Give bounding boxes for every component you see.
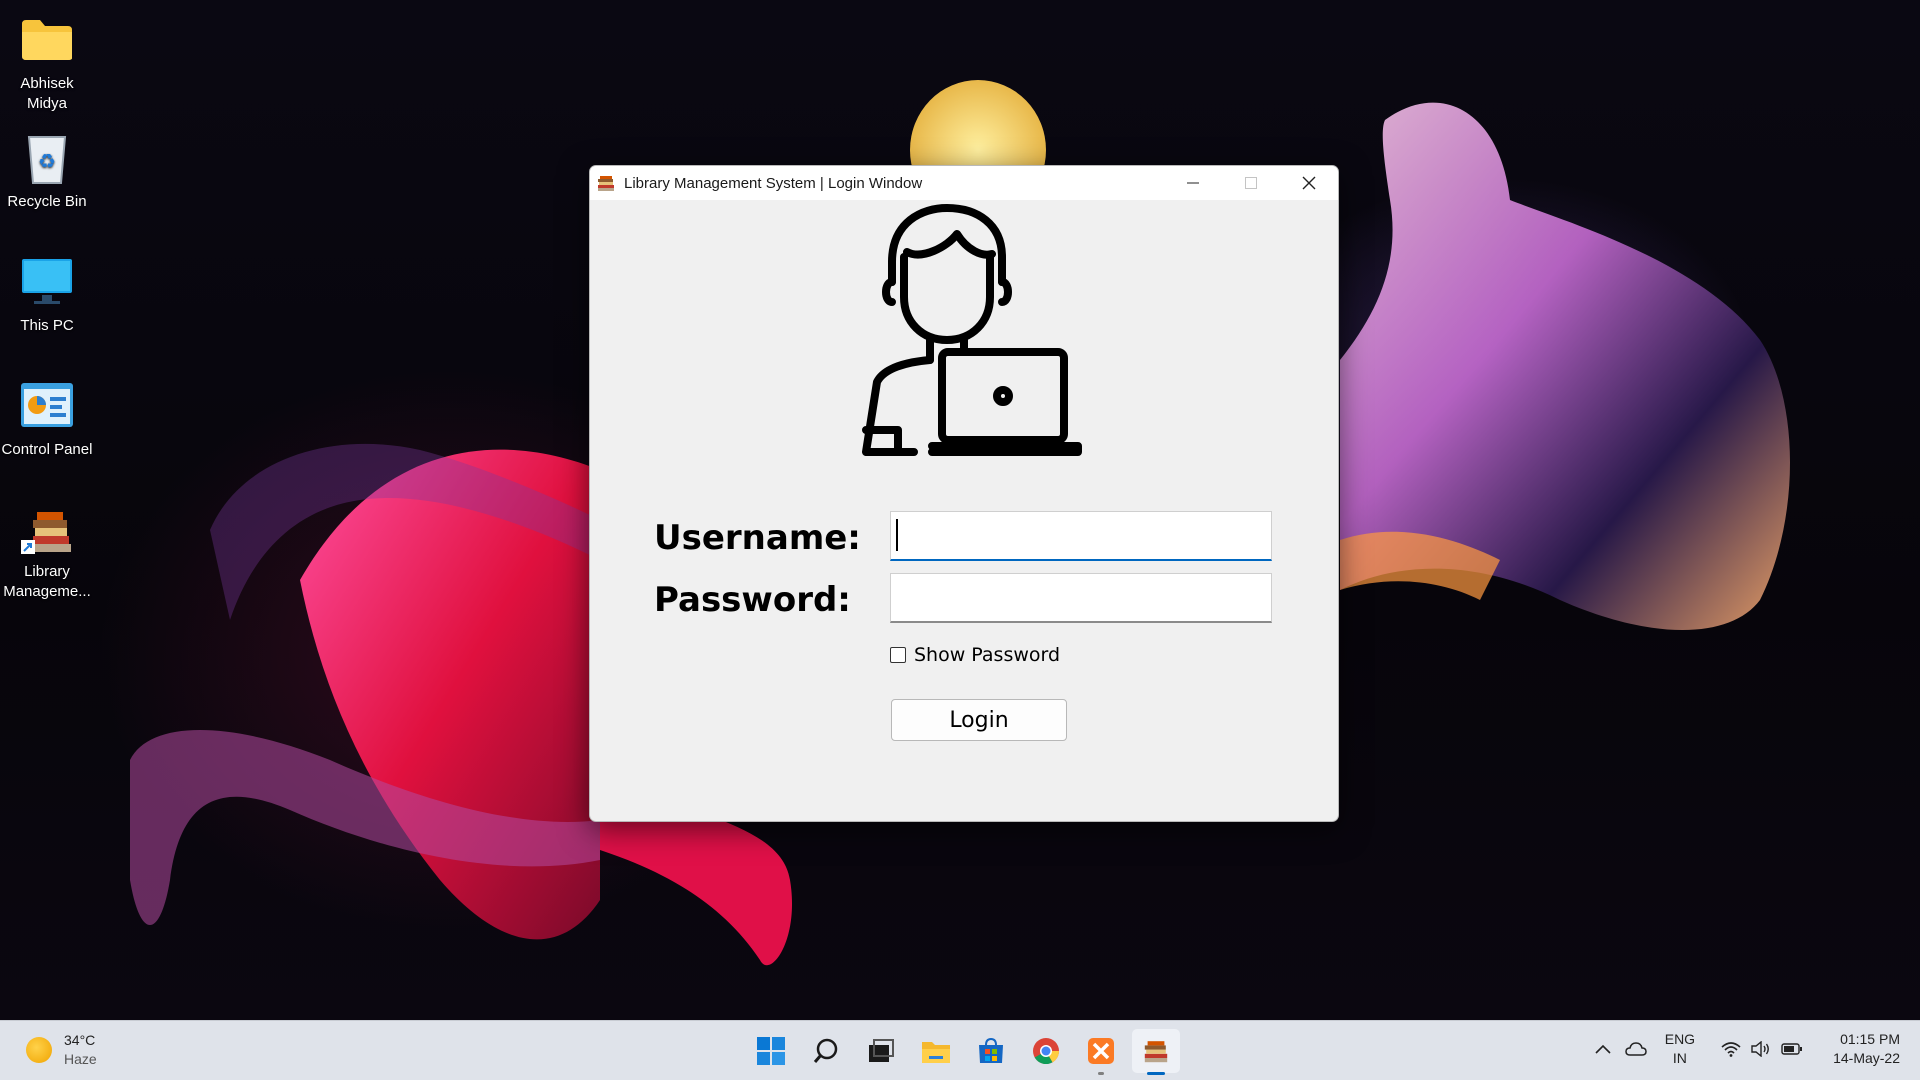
task-view-icon bbox=[869, 1039, 894, 1062]
desktop-icon-label: Recycle Bin bbox=[7, 193, 87, 210]
battery-button[interactable] bbox=[1781, 1043, 1803, 1055]
system-tray: ENG IN 01:15 PM 14-May-22 bbox=[1581, 1030, 1900, 1068]
maximize-button[interactable] bbox=[1222, 166, 1280, 200]
chevron-up-icon bbox=[1595, 1044, 1611, 1054]
svg-text:♻: ♻ bbox=[38, 149, 56, 173]
library-shortcut-icon bbox=[19, 500, 75, 556]
desktop-icon-recycle-bin[interactable]: ♻ Recycle Bin bbox=[0, 130, 94, 212]
text-caret bbox=[896, 519, 898, 551]
library-app-icon bbox=[596, 173, 616, 193]
password-label: Password: bbox=[654, 580, 851, 620]
chrome-icon bbox=[1033, 1038, 1060, 1065]
close-button[interactable] bbox=[1280, 166, 1338, 200]
window-titlebar[interactable]: Library Management System | Login Window bbox=[590, 166, 1338, 200]
window-title: Library Management System | Login Window bbox=[624, 174, 923, 192]
start-icon bbox=[757, 1037, 785, 1065]
desktop-icon-label: Control Panel bbox=[1, 441, 93, 458]
username-label: Username: bbox=[654, 518, 861, 558]
library-app-button[interactable] bbox=[1132, 1029, 1180, 1075]
weather-widget[interactable]: 34°C Haze bbox=[26, 1031, 97, 1069]
weather-sun-icon bbox=[26, 1037, 52, 1063]
start-button[interactable] bbox=[747, 1029, 795, 1073]
network-button[interactable] bbox=[1721, 1041, 1741, 1057]
show-password-option[interactable]: Show Password bbox=[890, 644, 1060, 666]
taskbar: 34°C Haze ENG IN 01:15 PM 14-May-22 bbox=[0, 1020, 1920, 1080]
user-laptop-icon bbox=[862, 204, 1082, 456]
minimize-button[interactable] bbox=[1164, 166, 1222, 200]
show-password-checkbox[interactable] bbox=[890, 647, 906, 663]
desktop-icon-control-panel[interactable]: Control Panel bbox=[0, 378, 94, 460]
desktop-icon-this-pc[interactable]: This PC bbox=[0, 254, 94, 336]
xampp-button[interactable] bbox=[1077, 1029, 1125, 1075]
battery-icon bbox=[1781, 1043, 1803, 1055]
file-explorer-icon bbox=[922, 1042, 950, 1063]
desktop-icon-user-folder[interactable]: Abhisek Midya bbox=[0, 12, 94, 114]
clock[interactable]: 01:15 PM 14-May-22 bbox=[1833, 1030, 1900, 1068]
login-button[interactable]: Login bbox=[891, 699, 1067, 741]
folder-icon bbox=[19, 12, 75, 68]
file-explorer-button[interactable] bbox=[912, 1029, 960, 1073]
weather-temperature: 34°C bbox=[64, 1032, 96, 1048]
chrome-button[interactable] bbox=[1022, 1029, 1070, 1073]
maximize-icon bbox=[1245, 177, 1257, 189]
clock-date: 14-May-22 bbox=[1833, 1050, 1900, 1066]
library-app-icon bbox=[1144, 1041, 1168, 1063]
minimize-icon bbox=[1187, 182, 1199, 184]
search-icon bbox=[813, 1038, 838, 1063]
show-hidden-icons-button[interactable] bbox=[1595, 1044, 1611, 1054]
desktop-icon-library-management[interactable]: Library Manageme... bbox=[0, 500, 94, 602]
show-password-label: Show Password bbox=[914, 644, 1061, 666]
language-code: ENG bbox=[1664, 1031, 1696, 1047]
recycle-bin-icon: ♻ bbox=[19, 130, 75, 186]
task-view-button[interactable] bbox=[857, 1029, 905, 1073]
control-panel-icon bbox=[19, 378, 75, 434]
active-indicator bbox=[1147, 1072, 1165, 1075]
monitor-icon bbox=[19, 254, 75, 310]
clock-time: 01:15 PM bbox=[1840, 1031, 1900, 1047]
volume-icon bbox=[1751, 1041, 1770, 1057]
wifi-icon bbox=[1721, 1042, 1741, 1057]
login-window: Library Management System | Login Window… bbox=[589, 165, 1339, 822]
desktop-icon-label: This PC bbox=[20, 317, 74, 334]
close-icon bbox=[1302, 176, 1316, 190]
volume-button[interactable] bbox=[1751, 1041, 1771, 1057]
weather-condition: Haze bbox=[64, 1051, 97, 1067]
taskbar-apps bbox=[747, 1029, 1187, 1075]
desktop-icon-label: Abhisek Midya bbox=[20, 75, 74, 112]
onedrive-button[interactable] bbox=[1624, 1042, 1647, 1056]
search-button[interactable] bbox=[802, 1029, 850, 1073]
cloud-icon bbox=[1624, 1042, 1647, 1056]
username-input[interactable] bbox=[890, 511, 1272, 561]
desktop-icon-label: Library Manageme... bbox=[3, 563, 91, 600]
language-indicator[interactable]: ENG IN bbox=[1665, 1030, 1695, 1068]
running-indicator bbox=[1098, 1072, 1104, 1075]
region-code: IN bbox=[1672, 1050, 1687, 1066]
xampp-icon bbox=[1088, 1038, 1114, 1064]
password-input[interactable] bbox=[890, 573, 1272, 623]
store-icon bbox=[979, 1037, 1003, 1063]
store-button[interactable] bbox=[967, 1029, 1015, 1073]
